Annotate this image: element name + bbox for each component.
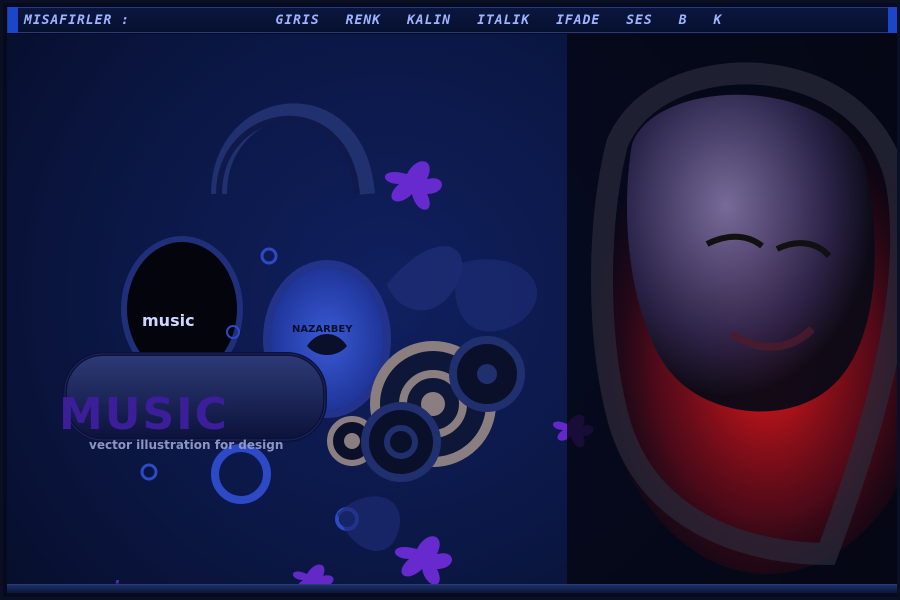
decor-ring-blue bbox=[211, 444, 271, 504]
bottom-bar bbox=[7, 584, 897, 593]
floral-swirl-2 bbox=[455, 259, 538, 332]
menu-ifade[interactable]: IFADE bbox=[556, 13, 600, 28]
floral-swirl-3 bbox=[337, 496, 401, 552]
menu-giris[interactable]: GIRIS bbox=[276, 13, 320, 28]
chat-window: MISAFIRLER : GIRIS RENK KALIN ITALIK IFA… bbox=[0, 0, 900, 600]
right-cup-text: NAZARBEY bbox=[292, 324, 353, 335]
visitors-label: MISAFIRLER : bbox=[24, 12, 130, 28]
menu-kalin[interactable]: KALIN bbox=[407, 13, 451, 28]
toolbar-accent-right bbox=[887, 7, 897, 33]
background-art: music NAZARBEY MUSIC vector illustration… bbox=[7, 34, 897, 590]
purple-flower-1 bbox=[384, 161, 442, 210]
music-title: MUSIC bbox=[59, 389, 229, 440]
menu-k[interactable]: K bbox=[714, 13, 723, 28]
left-cup-text: music bbox=[142, 311, 195, 330]
purple-flower-2 bbox=[394, 536, 452, 585]
menu-ses[interactable]: SES bbox=[626, 13, 652, 28]
decor-ring-mid bbox=[361, 402, 441, 482]
top-toolbar: MISAFIRLER : GIRIS RENK KALIN ITALIK IFA… bbox=[7, 7, 897, 33]
menu-italik[interactable]: ITALIK bbox=[477, 13, 530, 28]
toolbar-menu: GIRIS RENK KALIN ITALIK IFADE SES B K bbox=[276, 13, 723, 28]
menu-renk[interactable]: RENK bbox=[346, 13, 381, 28]
music-artwork: music NAZARBEY bbox=[63, 34, 897, 590]
floral-swirl-1 bbox=[387, 246, 463, 311]
toolbar-accent-left bbox=[8, 7, 18, 33]
music-tagline: vector illustration for design bbox=[89, 438, 284, 452]
menu-b[interactable]: B bbox=[679, 13, 688, 28]
